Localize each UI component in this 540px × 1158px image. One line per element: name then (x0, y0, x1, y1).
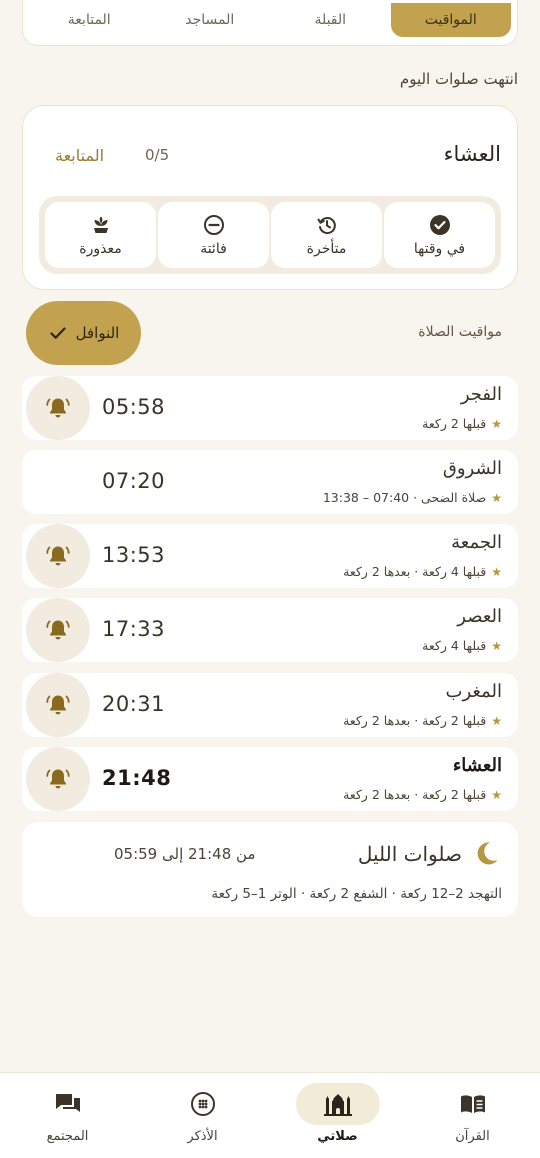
nav-my-prayer[interactable]: صلاتي (270, 1073, 405, 1158)
prayer-note-text: قبلها 4 ركعة · بعدها 2 ركعة (343, 564, 487, 579)
nav-adhkar[interactable]: الأذكر (135, 1073, 270, 1158)
bell-ring-icon (45, 543, 71, 569)
crescent-moon-icon (474, 840, 500, 866)
prayer-row-sunrise[interactable]: الشروق ★ صلاة الضحى · 07:40 – 13:38 07:20 (22, 450, 518, 514)
nav-label: القرآن (455, 1129, 490, 1144)
status-label: معذورة (79, 240, 122, 257)
prayer-note: ★ قبلها 2 ركعة · بعدها 2 ركعة (343, 713, 502, 728)
tab-times[interactable]: المواقيت (390, 3, 511, 37)
check-icon (48, 323, 68, 343)
tracker-prayer-name: العشاء (443, 142, 501, 166)
nawafil-label: النوافل (75, 324, 120, 342)
star-icon: ★ (491, 787, 502, 802)
status-excused-button[interactable]: معذورة (45, 202, 156, 268)
tasbih-icon (190, 1091, 216, 1117)
plant-icon (90, 214, 112, 236)
prayer-note: ★ صلاة الضحى · 07:40 – 13:38 (323, 490, 502, 505)
nav-icon-wrap (161, 1083, 245, 1125)
prayer-note-text: قبلها 2 ركعة (422, 416, 487, 431)
bell-ring-icon (45, 692, 71, 718)
bell-ring-icon (45, 395, 71, 421)
tab-tracking[interactable]: المتابعة (29, 3, 150, 37)
night-prayers-title: صلوات الليل (357, 842, 462, 866)
bell-button[interactable] (26, 747, 90, 811)
star-icon: ★ (491, 416, 502, 431)
prayer-tracker-card: العشاء 0/5 المتابعة في وقتها متأخرة فائت… (22, 105, 518, 290)
prayer-name: الشروق (442, 458, 502, 479)
status-label: في وقتها (413, 240, 466, 257)
prayer-name: العشاء (452, 755, 502, 776)
nav-quran[interactable]: القرآن (405, 1073, 540, 1158)
prayer-name: المغرب (445, 681, 502, 702)
tracking-link[interactable]: المتابعة (55, 146, 104, 165)
nav-label: الأذكر (187, 1129, 218, 1144)
bell-button[interactable] (26, 673, 90, 737)
nav-icon-wrap (295, 1083, 380, 1125)
nav-icon-wrap (26, 1083, 110, 1125)
prayer-row-isha[interactable]: العشاء ★ قبلها 2 ركعة · بعدها 2 ركعة 21:4… (22, 747, 518, 811)
prayer-note-text: قبلها 2 ركعة · بعدها 2 ركعة (343, 713, 487, 728)
prayer-note: ★ قبلها 4 ركعة · بعدها 2 ركعة (343, 564, 502, 579)
history-clock-icon (316, 214, 338, 236)
status-late-button[interactable]: متأخرة (271, 202, 382, 268)
check-circle-icon (429, 214, 451, 236)
star-icon: ★ (491, 638, 502, 653)
bell-ring-icon (45, 766, 71, 792)
prayer-time: 13:53 (102, 543, 166, 567)
minus-circle-icon (203, 214, 225, 236)
book-icon (459, 1091, 487, 1117)
prayer-note: ★ قبلها 4 ركعة (422, 638, 502, 653)
status-missed-button[interactable]: فائتة (158, 202, 269, 268)
prayer-name: الجمعة (451, 532, 502, 553)
prayer-time: 05:58 (102, 395, 166, 419)
prayer-note-text: قبلها 2 ركعة · بعدها 2 ركعة (343, 787, 487, 802)
prayer-note: ★ قبلها 2 ركعة · بعدها 2 ركعة (343, 787, 502, 802)
tracker-count: 0/5 (145, 146, 170, 164)
prayer-row-maghrib[interactable]: المغرب ★ قبلها 2 ركعة · بعدها 2 ركعة 20:3… (22, 673, 518, 737)
prayer-row-asr[interactable]: العصر ★ قبلها 4 ركعة 17:33 (22, 598, 518, 662)
nav-icon-wrap (431, 1083, 515, 1125)
night-prayers-card[interactable]: صلوات الليل من 21:48 إلى 05:59 التهجد 2–… (22, 822, 518, 917)
prayer-note: ★ قبلها 2 ركعة (422, 416, 502, 431)
nav-label: صلاتي (317, 1129, 358, 1144)
prayer-note-text: قبلها 4 ركعة (422, 638, 487, 653)
section-title: انتهت صلوات اليوم (399, 70, 518, 88)
star-icon: ★ (491, 713, 502, 728)
mosque-icon (323, 1091, 353, 1117)
bell-button[interactable] (26, 598, 90, 662)
status-label: متأخرة (306, 240, 347, 257)
bell-ring-icon (45, 617, 71, 643)
prayer-row-fajr[interactable]: الفجر ★ قبلها 2 ركعة 05:58 (22, 376, 518, 440)
nav-community[interactable]: المجتمع (0, 1073, 135, 1158)
prayer-time: 21:48 (102, 766, 172, 790)
bell-button[interactable] (26, 376, 90, 440)
prayer-name: الفجر (460, 384, 502, 405)
status-options: في وقتها متأخرة فائتة معذورة (39, 196, 501, 274)
bottom-navigation: القرآن صلاتي الأذكر المجتمع (0, 1072, 540, 1158)
star-icon: ★ (491, 490, 502, 505)
chat-icon (54, 1091, 82, 1117)
prayer-name: العصر (457, 606, 502, 627)
night-prayers-range: من 21:48 إلى 05:59 (114, 845, 256, 863)
prayer-times-label: مواقيت الصلاة (418, 324, 502, 340)
prayer-time: 20:31 (102, 692, 166, 716)
prayer-time: 07:20 (102, 469, 166, 493)
night-prayers-detail: التهجد 2–12 ركعة · الشفع 2 ركعة · الوتر … (211, 886, 502, 902)
status-on-time-button[interactable]: في وقتها (384, 202, 495, 268)
nawafil-toggle-button[interactable]: النوافل (26, 301, 141, 365)
status-label: فائتة (200, 240, 227, 257)
prayer-row-jumuah[interactable]: الجمعة ★ قبلها 4 ركعة · بعدها 2 ركعة 13:5… (22, 524, 518, 588)
tab-qibla[interactable]: القبلة (270, 3, 391, 37)
star-icon: ★ (491, 564, 502, 579)
nav-label: المجتمع (46, 1129, 89, 1144)
top-tabs: المواقيت القبلة المساجد المتابعة (22, 0, 518, 46)
tab-mosques[interactable]: المساجد (150, 3, 271, 37)
prayer-note-text: صلاة الضحى · 07:40 – 13:38 (322, 490, 487, 505)
prayer-time: 17:33 (102, 617, 166, 641)
bell-button[interactable] (26, 524, 90, 588)
